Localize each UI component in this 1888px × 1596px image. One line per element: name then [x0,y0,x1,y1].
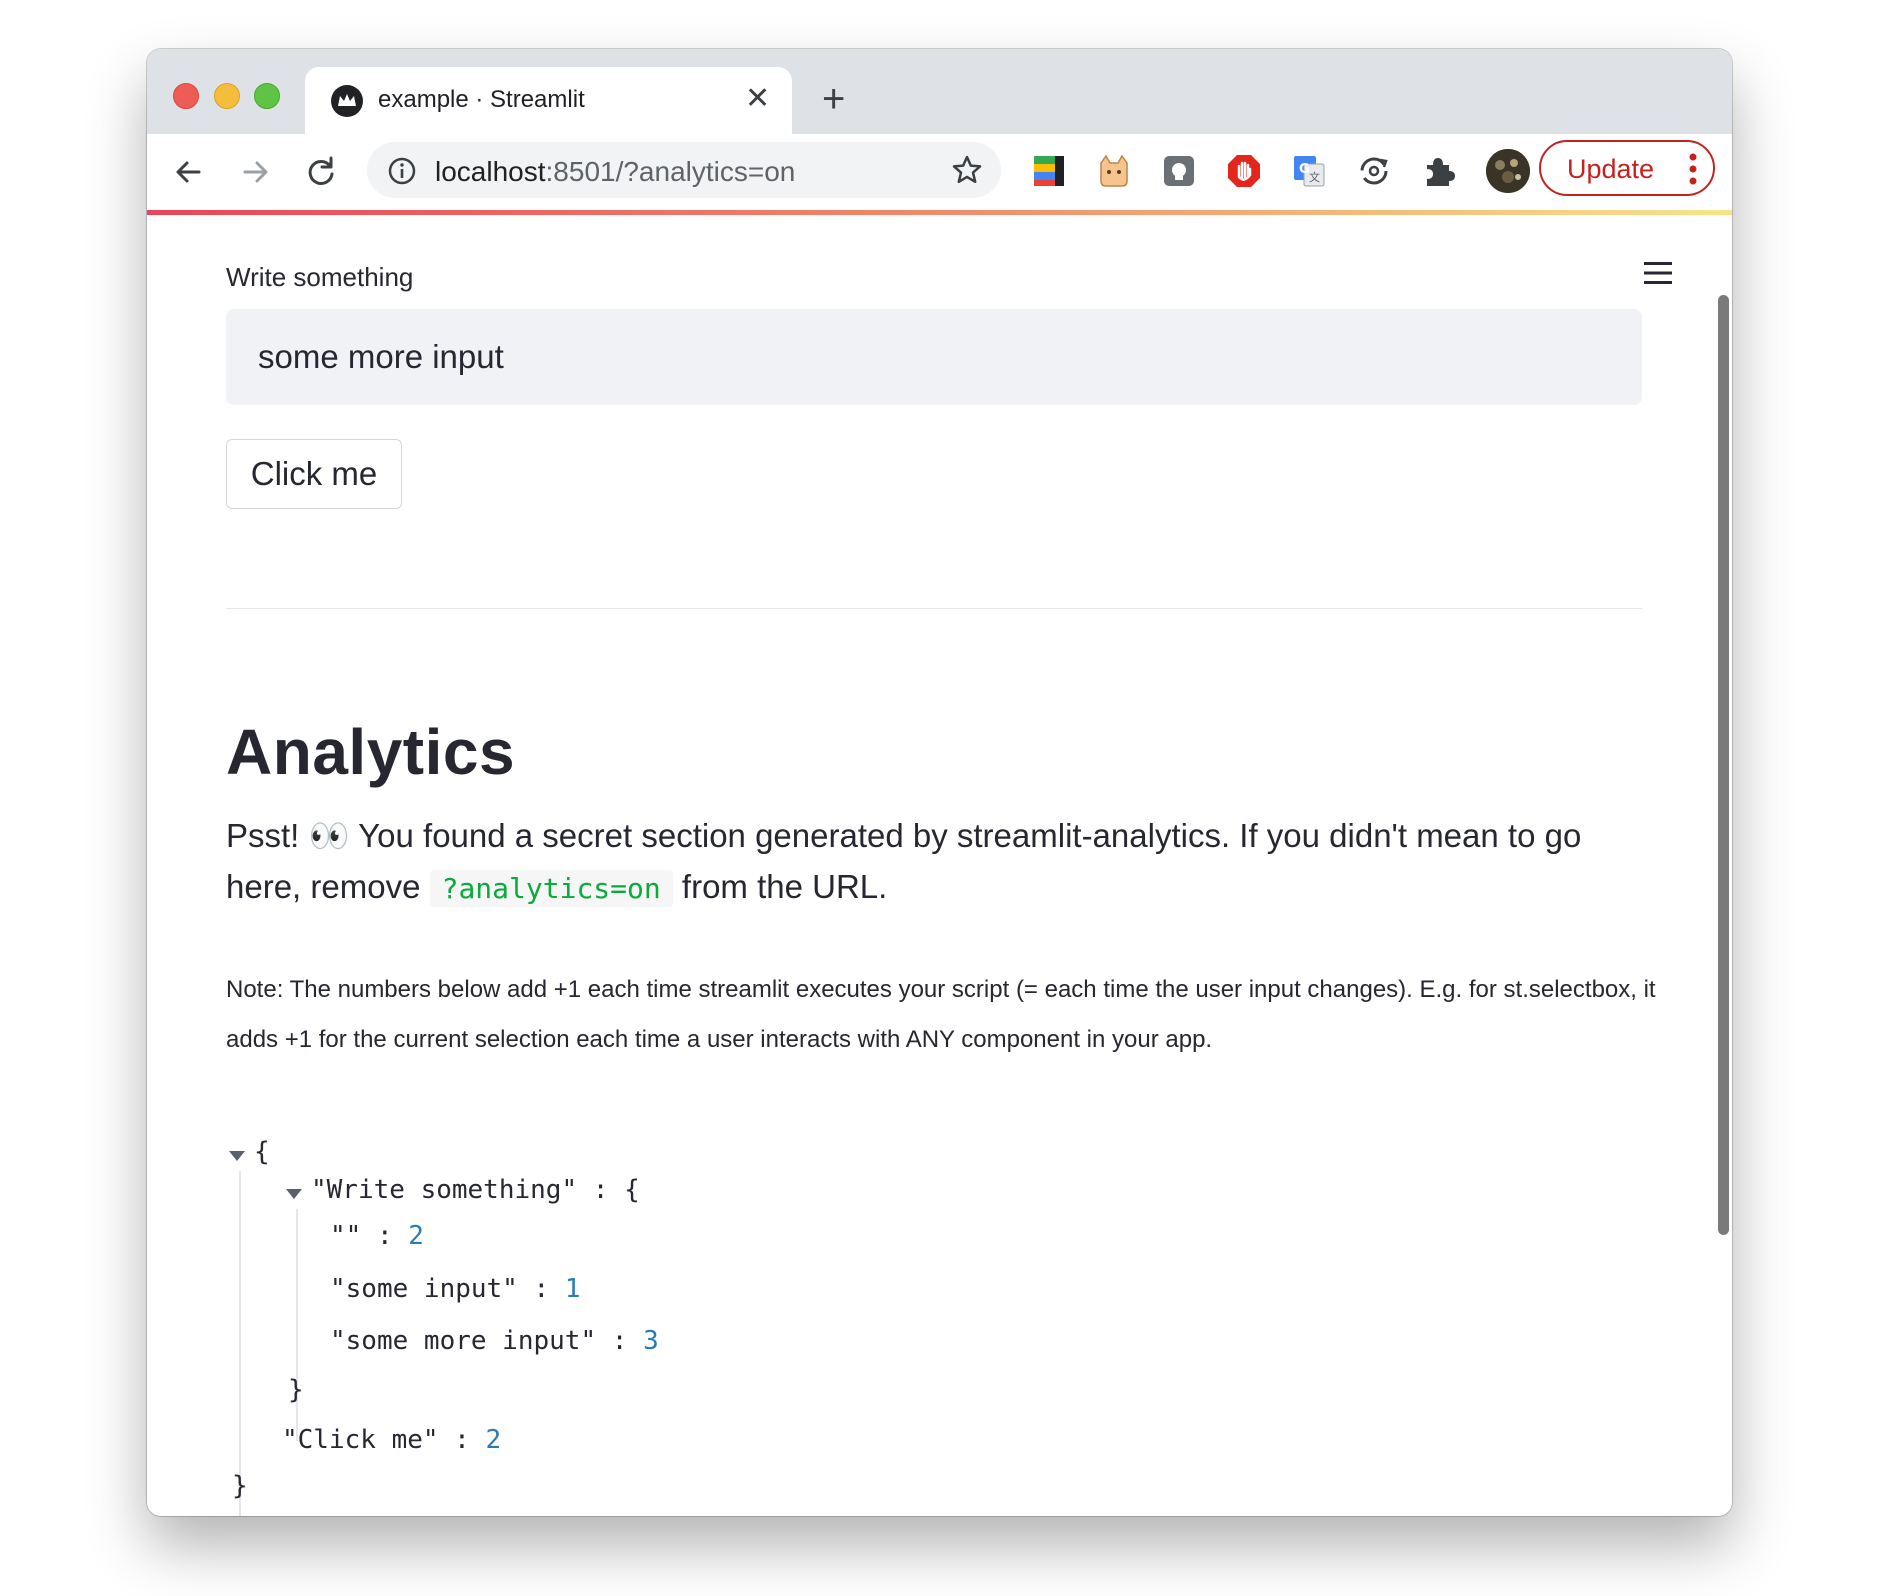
note-paragraph: Note: The numbers below add +1 each time… [226,976,1656,1053]
json-write-key: "Write something" : { [311,1175,640,1205]
analytics-code: ?analytics=on [429,870,673,907]
scrollbar-thumb[interactable] [1718,295,1729,1235]
psst-paragraph: Psst! 👀 You found a secret section gener… [226,810,1656,914]
collapse-triangle-icon[interactable] [229,1151,245,1161]
url-host: localhost [435,156,546,187]
json-click-value: 2 [485,1425,502,1455]
bookmark-star-icon[interactable] [951,154,983,191]
grey-square-extension-icon[interactable] [1161,153,1197,189]
puzzle-extensions-icon[interactable] [1421,153,1457,189]
json-entry-value: 1 [564,1274,581,1304]
hamburger-menu-icon[interactable] [1643,258,1673,293]
json-write-close: } [288,1375,304,1405]
profile-avatar[interactable] [1486,149,1530,193]
input-label: Write something [226,262,414,292]
json-entry: "some more input" : 3 [330,1326,659,1356]
new-tab-plus-icon[interactable]: + [822,79,845,119]
page-title: Analytics [226,716,516,788]
cat-extension-icon[interactable] [1096,153,1132,189]
json-guide-line [239,1171,241,1516]
reload-icon[interactable] [301,152,341,192]
close-window-button[interactable] [173,83,199,109]
write-something-input[interactable] [226,309,1642,405]
tab-example-streamlit[interactable]: example · Streamlit ✕ [305,67,792,134]
back-arrow-icon[interactable] [169,152,209,192]
json-entry: "" : 2 [330,1221,424,1251]
streamlit-crown-icon [331,85,363,117]
browser-toolbar: localhost:8501/?analytics=on G文 Update [147,134,1732,210]
json-viewer: { "Write something" : { "" : 2 "some inp… [226,1137,1626,1516]
google-translate-icon[interactable]: G文 [1291,153,1327,189]
tab-title: example · Streamlit [378,86,585,113]
update-label: Update [1567,154,1655,184]
adblock-hand-icon[interactable] [1226,153,1262,189]
browser-window: example · Streamlit ✕ + localhost:8501/?… [147,49,1732,1516]
json-entry-value: 2 [408,1221,424,1251]
kebab-menu-icon[interactable] [1687,152,1699,191]
url-text[interactable]: localhost:8501/?analytics=on [435,156,795,188]
json-guide-line [296,1209,298,1441]
click-me-button[interactable]: Click me [226,439,402,509]
maximize-window-button[interactable] [254,83,280,109]
colored-bars-extension-icon[interactable] [1031,153,1067,189]
tab-bar: example · Streamlit ✕ + [147,49,1732,134]
minimize-window-button[interactable] [214,83,240,109]
forward-arrow-icon[interactable] [235,152,275,192]
json-entry-key: "some input" : [330,1274,565,1304]
json-click-entry: "Click me" : 2 [282,1425,501,1455]
sync-extension-icon[interactable] [1356,153,1392,189]
address-bar[interactable]: localhost:8501/?analytics=on [367,142,1001,198]
svg-text:文: 文 [1309,170,1320,184]
update-button[interactable]: Update [1539,140,1715,196]
json-close-brace: } [232,1471,248,1501]
close-tab-icon[interactable]: ✕ [745,83,770,115]
psst-suffix: from the URL. [672,868,888,905]
url-rest: :8501/?analytics=on [545,156,796,187]
json-open-brace: { [254,1137,270,1167]
info-icon[interactable] [387,156,417,191]
json-entry-key: "" : [330,1221,409,1251]
collapse-triangle-icon[interactable] [286,1189,302,1199]
json-entry-value: 3 [643,1326,659,1356]
json-entry-key: "some more input" : [330,1326,644,1356]
streamlit-app: Write something Click me Analytics Psst!… [147,215,1732,1516]
json-entry: "some input" : 1 [330,1274,580,1304]
json-click-key: "Click me" : [282,1425,486,1455]
divider [226,608,1642,609]
